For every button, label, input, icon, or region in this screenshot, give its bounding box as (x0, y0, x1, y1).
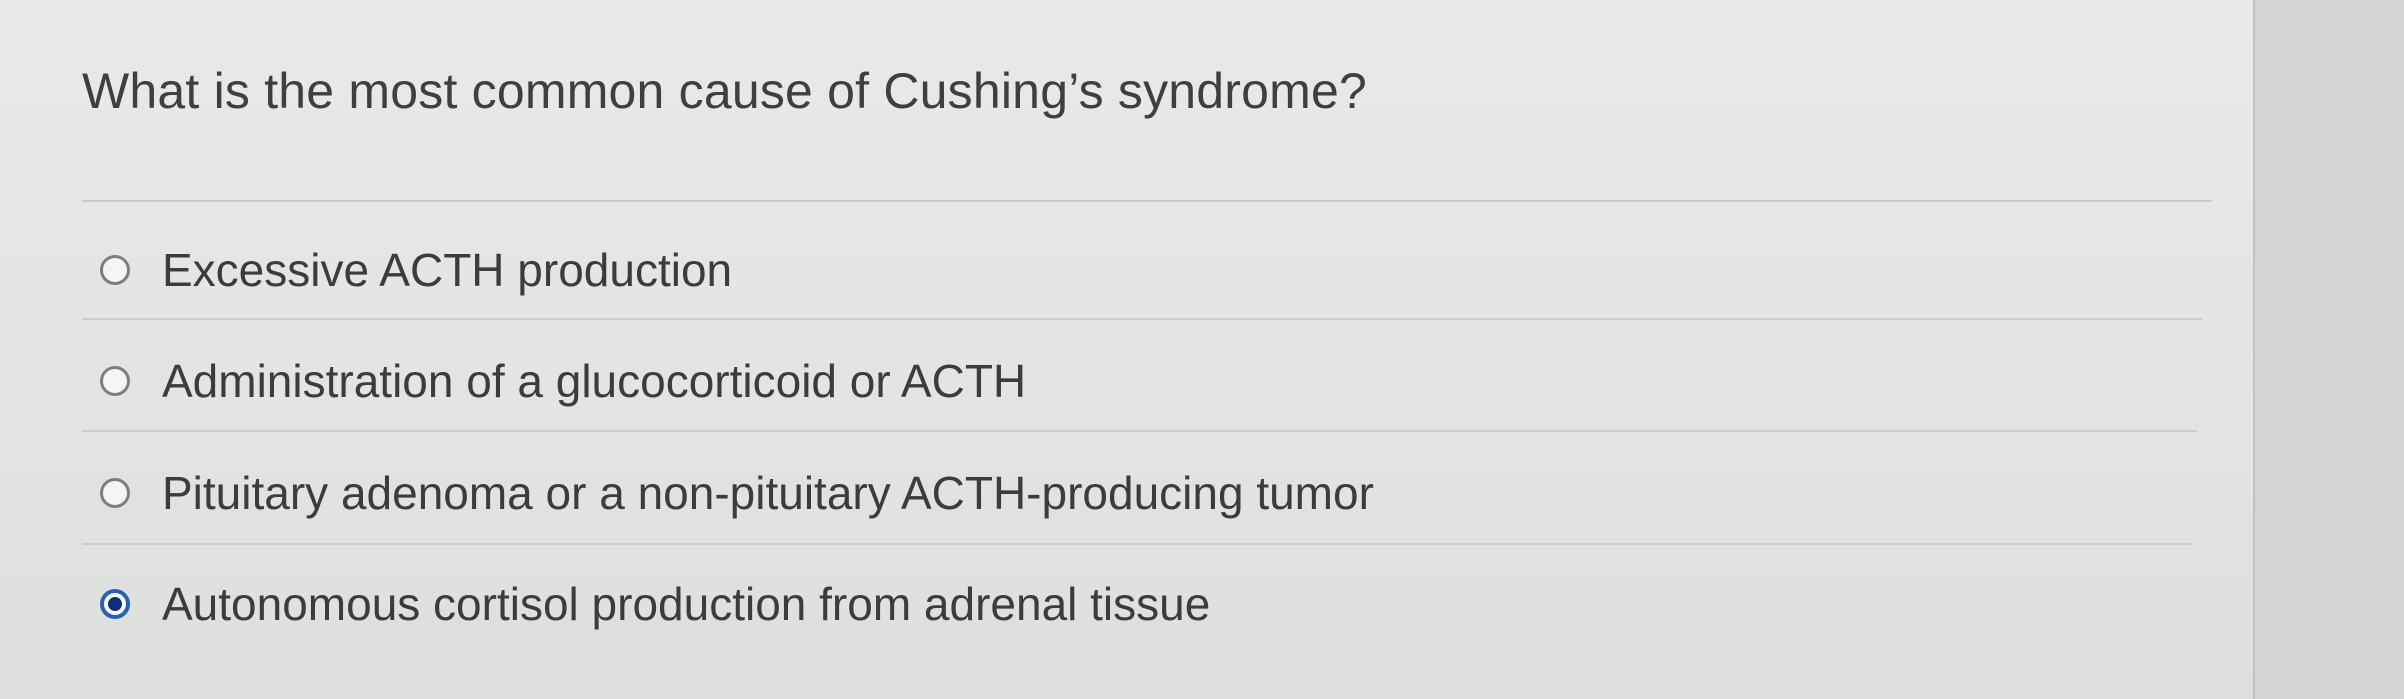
answer-option-label: Administration of a glucocorticoid or AC… (162, 355, 1027, 407)
answer-option-label: Pituitary adenoma or a non-pituitary ACT… (162, 467, 1374, 519)
divider (82, 543, 2192, 545)
answer-option-label: Excessive ACTH production (162, 244, 733, 296)
divider (82, 430, 2197, 432)
answer-option-1[interactable]: Excessive ACTH production (100, 235, 732, 305)
radio-button-unselected[interactable] (100, 478, 130, 508)
answer-option-4[interactable]: Autonomous cortisol production from adre… (100, 569, 1210, 639)
radio-button-unselected[interactable] (100, 255, 130, 285)
question-text: What is the most common cause of Cushing… (82, 63, 1368, 119)
radio-button-selected[interactable] (100, 589, 130, 619)
answer-option-2[interactable]: Administration of a glucocorticoid or AC… (100, 346, 1026, 416)
answer-option-label: Autonomous cortisol production from adre… (162, 578, 1211, 630)
question-card: What is the most common cause of Cushing… (0, 0, 2255, 699)
divider (82, 200, 2212, 202)
radio-button-unselected[interactable] (100, 366, 130, 396)
divider (82, 318, 2202, 320)
answer-option-3[interactable]: Pituitary adenoma or a non-pituitary ACT… (100, 458, 1374, 528)
